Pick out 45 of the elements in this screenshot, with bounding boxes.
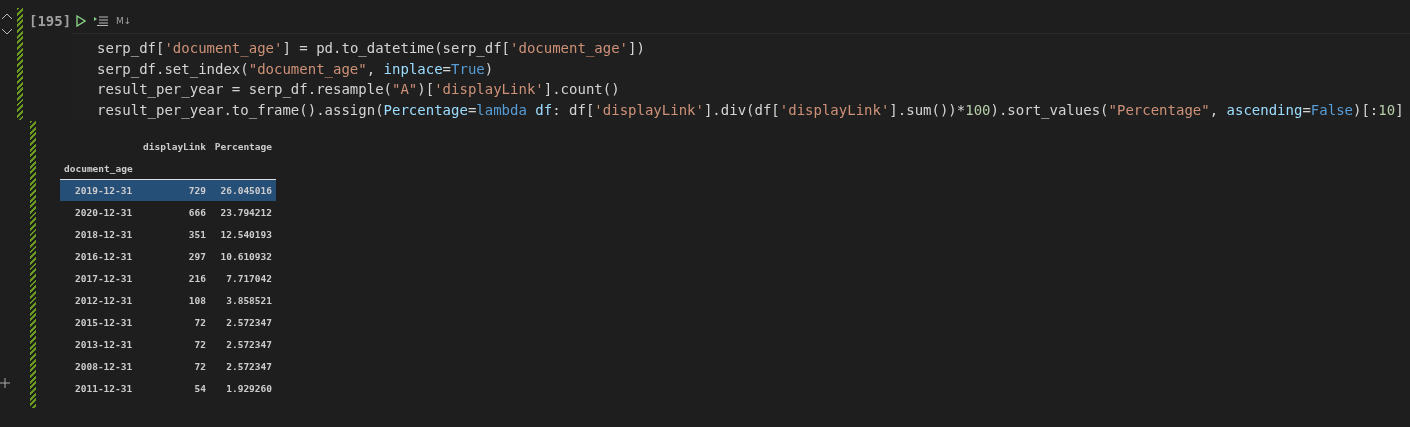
index-cell-text: 2011-12-31 — [74, 383, 134, 394]
table-cell-text: 2.572347 — [225, 339, 273, 350]
table-cell-text: 108 — [187, 295, 206, 306]
table-cell-text: 12.540193 — [219, 229, 273, 240]
code-line: serp_df.set_index("document_age", inplace=True) — [97, 59, 494, 79]
column-header: displayLink — [142, 141, 206, 152]
table-cell-text: 72 — [193, 339, 206, 350]
table-cell-text: 72 — [193, 317, 206, 328]
execution-count: [195] — [29, 12, 72, 31]
index-cell-text: 2019-12-31 — [74, 185, 134, 196]
index-header: document_age — [63, 163, 133, 174]
table-cell-text: 666 — [187, 207, 206, 218]
table-cell-text: 2.572347 — [225, 317, 273, 328]
run-below-icon[interactable] — [94, 15, 108, 26]
index-cell-text: 2008-12-31 — [74, 361, 134, 372]
index-cell-text: 2015-12-31 — [74, 317, 134, 328]
markdown-toggle[interactable]: M↓ — [116, 15, 132, 26]
collapse-up-icon[interactable] — [1, 12, 13, 20]
table-cell-text: 26.045016 — [219, 185, 273, 196]
table-cell-text: 297 — [187, 251, 206, 262]
table-cell-text: 54 — [193, 383, 206, 394]
table-cell-text: 729 — [187, 185, 206, 196]
table-cell-text: 216 — [187, 273, 206, 284]
run-icon[interactable] — [76, 14, 86, 27]
collapse-down-icon[interactable] — [1, 28, 13, 36]
code-line: serp_df['document_age'] = pd.to_datetime(serp_df['document_age']) — [97, 39, 645, 59]
table-cell-text: 7.717042 — [225, 273, 273, 284]
index-cell-text: 2013-12-31 — [74, 339, 134, 350]
selected-row[interactable]: 2019-12-31 729 26.045016 — [60, 179, 276, 201]
index-cell-text: 2017-12-31 — [74, 273, 134, 284]
index-cell-text: 2012-12-31 — [74, 295, 134, 306]
code-line: result_per_year = serp_df.resample("A")['displayLink'].count() — [97, 80, 620, 100]
table-cell-text: 23.794212 — [219, 207, 273, 218]
table-cell-text: 1.929260 — [225, 383, 273, 394]
add-cell-icon[interactable] — [0, 378, 10, 388]
table-cell-text: 72 — [193, 361, 206, 372]
index-cell-text: 2018-12-31 — [74, 229, 134, 240]
table-cell-text: 351 — [187, 229, 206, 240]
index-cell-text: 2016-12-31 — [74, 251, 134, 262]
index-cell-text: 2020-12-31 — [74, 207, 134, 218]
code-line: result_per_year.to_frame().assign(Percentage=lambda df: df['displayLink'].div(df['displayLink'].sum())*100).sort_values("Percentage", ascending=False)[:10] — [97, 100, 1404, 120]
table-cell-text: 2.572347 — [225, 361, 273, 372]
table-cell-text: 10.610932 — [219, 251, 273, 262]
column-header: Percentage — [213, 141, 273, 152]
table-cell-text: 3.858521 — [225, 295, 273, 306]
